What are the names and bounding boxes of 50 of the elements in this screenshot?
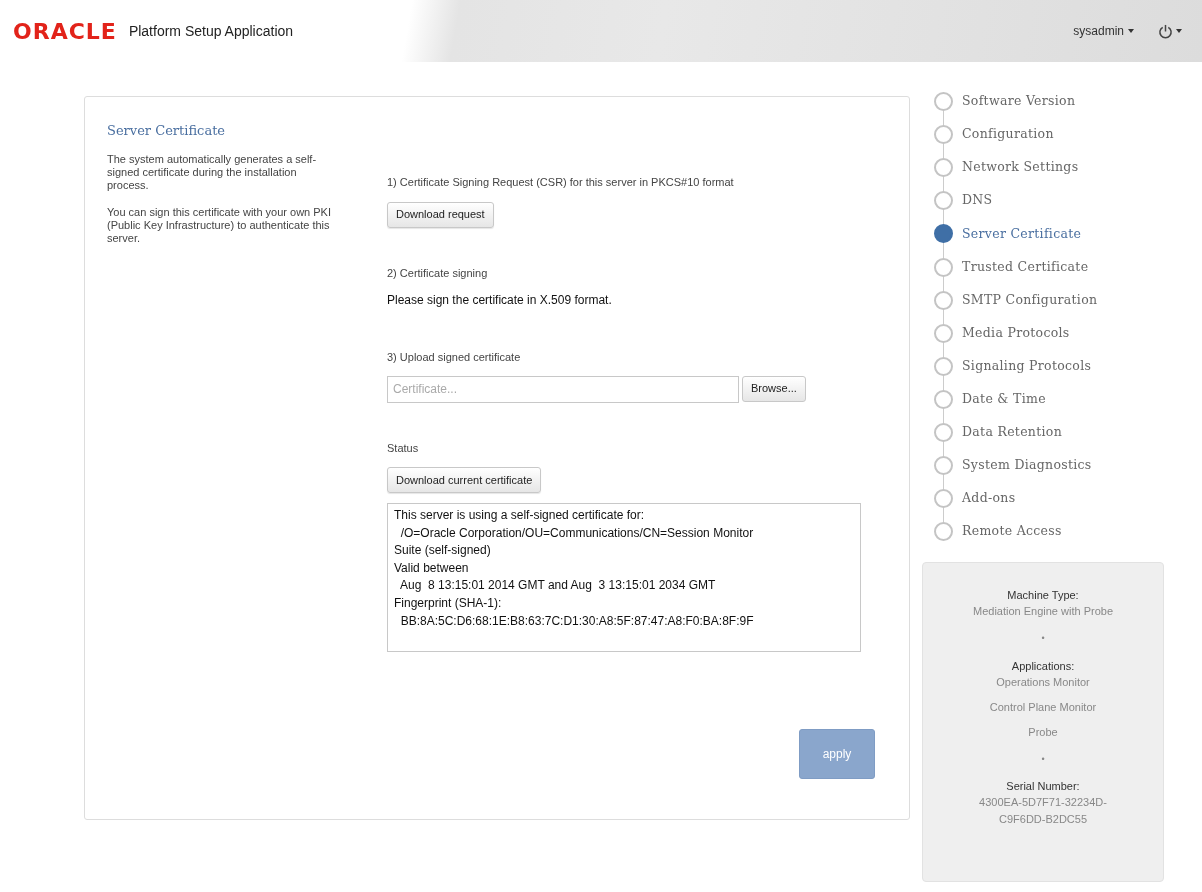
certificate-line: Fingerprint (SHA-1):	[394, 594, 503, 612]
oracle-logo: ORACLE	[13, 17, 117, 46]
wizard-step[interactable]: DNS	[934, 184, 1172, 218]
wizard-step[interactable]: System Diagnostics	[934, 449, 1172, 483]
wizard-step[interactable]: Network Settings	[934, 151, 1172, 185]
step-label: 2) Certificate signing	[387, 265, 489, 281]
description-text: You can sign this certificate with your own PKI (Public Key Infrastructure) to authenticate this server.	[107, 205, 332, 245]
wizard-step[interactable]: Data Retention	[934, 415, 1172, 450]
certificate-line: BB:8A:5C:D6:68:1E:B8:63:7C:D1:30:A8:5F:87:47:A8:F0:BA:8F:9F	[399, 612, 755, 630]
certificate-line: Aug 8 13:15:01 2014 GMT and Aug 3 13:15:01 2034 GMT	[399, 577, 717, 595]
certificate-line: Valid between	[394, 559, 470, 577]
power-icon	[1158, 23, 1173, 39]
certificate-field[interactable]: Certificate...	[387, 375, 739, 403]
wizard-step[interactable]: Date & Time	[934, 382, 1172, 416]
wizard-step[interactable]: Configuration	[934, 118, 1172, 152]
separator-dot: •	[1041, 752, 1045, 766]
info-value: Mediation Engine with Probe	[972, 604, 1114, 620]
certificate-line: /O=Oracle Corporation/OU=Communications/CN=Session Monitor	[399, 524, 755, 542]
wizard-step[interactable]: Signaling Protocols	[934, 349, 1172, 383]
info-heading: Applications:	[1011, 658, 1075, 674]
wizard-step[interactable]: Add-ons	[934, 482, 1172, 516]
power-menu[interactable]	[1158, 23, 1182, 39]
wizard-step[interactable]: SMTP Configuration	[934, 283, 1172, 317]
wizard-step[interactable]: Trusted Certificate	[934, 250, 1172, 284]
info-value: Operations Monitor	[995, 674, 1091, 690]
caret-icon	[1176, 29, 1182, 33]
section-title: Server Certificate	[107, 122, 227, 140]
info-value: Probe	[1027, 724, 1059, 740]
step-label: 1) Certificate Signing Request (CSR) for this server in PKCS#10 format	[387, 175, 735, 190]
certificate-line: This server is using a self-signed certificate for:	[394, 507, 646, 524]
wizard-step[interactable]: Software Version	[934, 85, 1172, 119]
info-value: Control Plane Monitor	[988, 699, 1098, 715]
wizard-step[interactable]: Server Certificate	[934, 217, 1172, 251]
step-label: 3) Upload signed certificate	[387, 350, 522, 365]
signing-note: Please sign the certificate in X.509 format.	[387, 292, 613, 309]
download-request-button[interactable]: Download request	[387, 201, 494, 228]
info-heading: Machine Type:	[1007, 588, 1079, 604]
user-menu[interactable]: sysadmin	[1073, 22, 1134, 40]
info-value: 4300EA-5D7F71-32234D-C9F6DD-B2DC55	[978, 795, 1108, 828]
wizard-step[interactable]: Remote Access	[934, 515, 1172, 549]
separator-dot: •	[1041, 632, 1045, 646]
description-text: The system automatically generates a self-signed certificate during the installation process.	[107, 152, 318, 192]
browse-button[interactable]: Browse...	[742, 375, 806, 402]
caret-icon	[1128, 29, 1134, 33]
app-title: Platform Setup Application	[128, 21, 294, 41]
info-heading: Serial Number:	[1006, 779, 1080, 795]
certificate-line: Suite (self-signed)	[394, 542, 492, 560]
wizard-step[interactable]: Media Protocols	[934, 316, 1172, 350]
status-label: Status	[387, 440, 420, 456]
download-certificate-button[interactable]: Download current certificate	[387, 467, 542, 493]
